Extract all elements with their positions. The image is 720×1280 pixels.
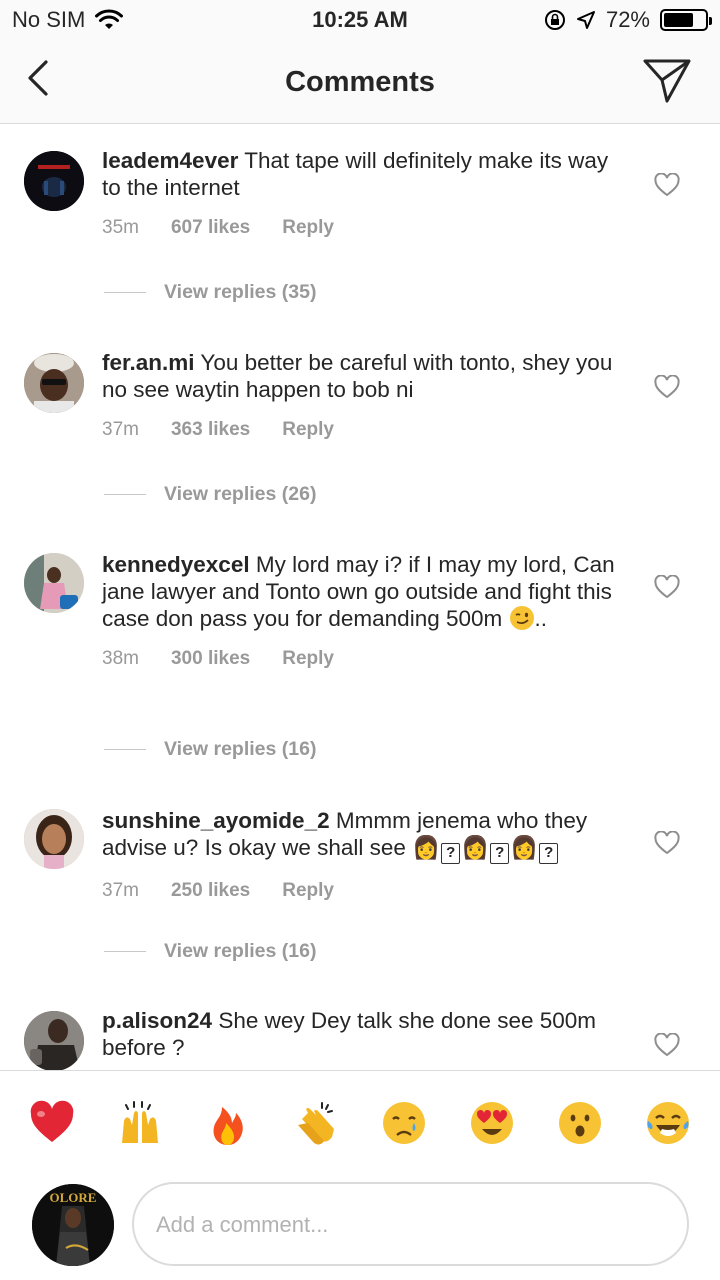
view-replies-button[interactable]: View replies (16) (104, 940, 316, 963)
comment-body: fer.an.mi You better be careful with ton… (102, 349, 622, 441)
comments-list[interactable]: leadem4ever That tape will definitely ma… (0, 125, 720, 1070)
crying-emoji[interactable] (380, 1099, 428, 1147)
comment-username[interactable]: leadem4ever (102, 148, 238, 173)
avatar[interactable] (24, 353, 84, 413)
unknown-glyph-icon: ? (539, 843, 559, 864)
comment-body: leadem4ever That tape will definitely ma… (102, 147, 622, 239)
reply-button[interactable]: Reply (282, 217, 334, 239)
unknown-glyph-icon: ? (441, 843, 461, 864)
comment-body: kennedyexcel My lord may i? if I may my … (102, 551, 622, 670)
comment-text: fer.an.mi You better be careful with ton… (102, 349, 622, 403)
comment-likes[interactable]: 363 likes (171, 419, 250, 441)
avatar-image (24, 809, 84, 869)
comment-likes[interactable]: 250 likes (171, 880, 250, 902)
header: Comments (0, 40, 720, 124)
avatar[interactable] (24, 151, 84, 211)
like-heart-icon[interactable] (654, 173, 680, 197)
comment-time: 37m (102, 880, 139, 901)
battery-percent: 72% (605, 7, 650, 32)
avatar-image (24, 1011, 84, 1070)
comment-input[interactable] (156, 1208, 656, 1242)
avatar[interactable] (24, 809, 84, 869)
comment-likes[interactable]: 300 likes (171, 648, 250, 670)
my-avatar[interactable]: OLORE (32, 1184, 114, 1266)
avatar[interactable] (24, 1011, 84, 1070)
comment-likes[interactable]: 607 likes (171, 217, 250, 239)
reply-button[interactable]: Reply (282, 419, 334, 441)
like-heart-icon[interactable] (654, 375, 680, 399)
view-replies-button[interactable]: View replies (16) (104, 738, 316, 761)
my-avatar-image: OLORE (32, 1184, 114, 1266)
view-replies-label: View replies (16) (164, 940, 317, 962)
battery-icon (660, 9, 712, 31)
avatar-image (24, 151, 84, 211)
orientation-lock-icon (544, 10, 565, 30)
comment-username[interactable]: fer.an.mi (102, 350, 195, 375)
comment-text: sunshine_ayomide_2 Mmmm jenema who they … (102, 807, 622, 864)
avatar[interactable] (24, 553, 84, 613)
page-title: Comments (285, 66, 435, 98)
avatar-image (24, 553, 84, 613)
status-right: 72% (534, 7, 712, 33)
view-replies-label: View replies (26) (164, 483, 317, 505)
emoji-quick-bar (0, 1070, 720, 1170)
comment-input-box[interactable] (132, 1182, 689, 1266)
comment-meta: 37m 250 likes Reply (102, 880, 622, 902)
comment-time: 37m (102, 419, 139, 440)
heart-emoji[interactable] (28, 1099, 76, 1147)
comment-username[interactable]: p.alison24 (102, 1008, 212, 1033)
replies-divider (104, 749, 146, 750)
status-bar: No SIM 10:25 AM 72% (0, 0, 720, 40)
reply-button[interactable]: Reply (282, 648, 334, 670)
view-replies-label: View replies (35) (164, 281, 317, 303)
comment-body: p.alison24 She wey Dey talk she done see… (102, 1007, 622, 1061)
comment-username[interactable]: sunshine_ayomide_2 (102, 808, 330, 833)
woman-emoji: 👩 (461, 835, 490, 861)
raised-hands-emoji[interactable] (116, 1099, 164, 1147)
replies-divider (104, 951, 146, 952)
view-replies-button[interactable]: View replies (35) (104, 281, 316, 304)
clapping-emoji[interactable] (292, 1099, 340, 1147)
comment-meta: 37m 363 likes Reply (102, 419, 622, 441)
comment-meta: 35m 607 likes Reply (102, 217, 622, 239)
location-icon (576, 11, 595, 29)
replies-divider (104, 292, 146, 293)
reply-button[interactable]: Reply (282, 880, 334, 902)
comment-time: 38m (102, 648, 139, 669)
comment-text: kennedyexcel My lord may i? if I may my … (102, 551, 622, 632)
comment-text: p.alison24 She wey Dey talk she done see… (102, 1007, 622, 1061)
unknown-glyph-icon: ? (490, 843, 510, 864)
like-heart-icon[interactable] (654, 1033, 680, 1057)
direct-share-button[interactable] (642, 56, 692, 104)
comment-composer: OLORE (0, 1170, 720, 1280)
comment-meta: 38m 300 likes Reply (102, 648, 622, 670)
view-replies-label: View replies (16) (164, 738, 317, 760)
surprised-emoji[interactable] (556, 1099, 604, 1147)
avatar-logo-text: OLORE (50, 1190, 97, 1205)
comment-username[interactable]: kennedyexcel (102, 552, 250, 577)
heart-eyes-emoji[interactable] (468, 1099, 516, 1147)
view-replies-button[interactable]: View replies (26) (104, 483, 316, 506)
comment-time: 35m (102, 217, 139, 238)
fire-emoji[interactable] (204, 1099, 252, 1147)
comment-text: leadem4ever That tape will definitely ma… (102, 147, 622, 201)
like-heart-icon[interactable] (654, 831, 680, 855)
like-heart-icon[interactable] (654, 575, 680, 599)
avatar-image (24, 353, 84, 413)
comment-suffix: .. (534, 606, 548, 631)
tears-of-joy-emoji[interactable] (644, 1099, 692, 1147)
woman-emoji: 👩 (510, 835, 539, 861)
comment-body: sunshine_ayomide_2 Mmmm jenema who they … (102, 807, 622, 902)
woman-emoji: 👩 (412, 835, 441, 861)
winking-face-emoji (509, 606, 534, 630)
replies-divider (104, 494, 146, 495)
